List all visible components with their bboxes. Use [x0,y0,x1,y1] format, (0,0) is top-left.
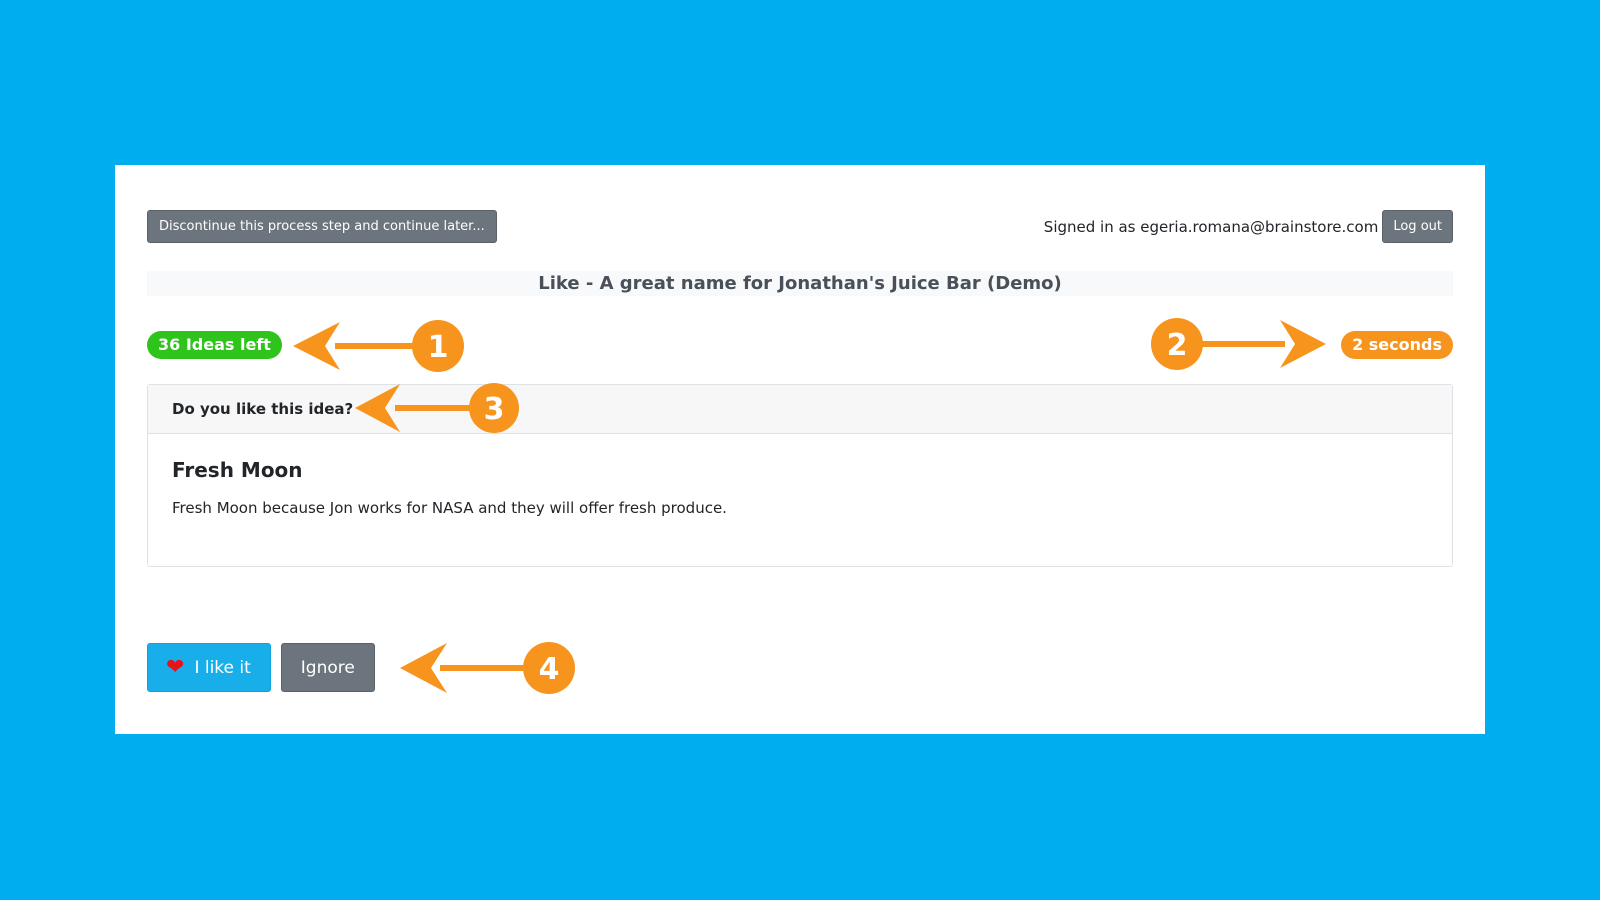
idea-panel-header: Do you like this idea? [148,385,1452,434]
idea-panel-body: Fresh Moon Fresh Moon because Jon works … [148,434,1452,542]
top-bar: Discontinue this process step and contin… [147,210,1453,243]
main-card: Discontinue this process step and contin… [115,165,1485,734]
page-title-bar: Like - A great name for Jonathan's Juice… [147,271,1453,296]
idea-panel: Do you like this idea? Fresh Moon Fresh … [147,384,1453,567]
like-button-label: I like it [194,657,251,678]
page-title: Like - A great name for Jonathan's Juice… [538,273,1062,294]
idea-title: Fresh Moon [172,458,303,482]
ideas-left-badge: 36 Ideas left [147,331,282,359]
ignore-button[interactable]: Ignore [280,643,375,692]
signed-in-text: Signed in as egeria.romana@brainstore.co… [1043,217,1379,236]
like-button[interactable]: ❤ I like it [147,643,271,692]
user-info: Signed in as egeria.romana@brainstore.co… [1044,210,1453,243]
logout-button[interactable]: Log out [1382,210,1453,243]
idea-question: Do you like this idea? [172,400,354,418]
heart-icon: ❤ [166,654,185,680]
idea-description: Fresh Moon because Jon works for NASA an… [172,499,727,517]
discontinue-button[interactable]: Discontinue this process step and contin… [147,210,497,243]
timer-badge: 2 seconds [1341,331,1453,359]
action-buttons: ❤ I like it Ignore [147,643,375,692]
